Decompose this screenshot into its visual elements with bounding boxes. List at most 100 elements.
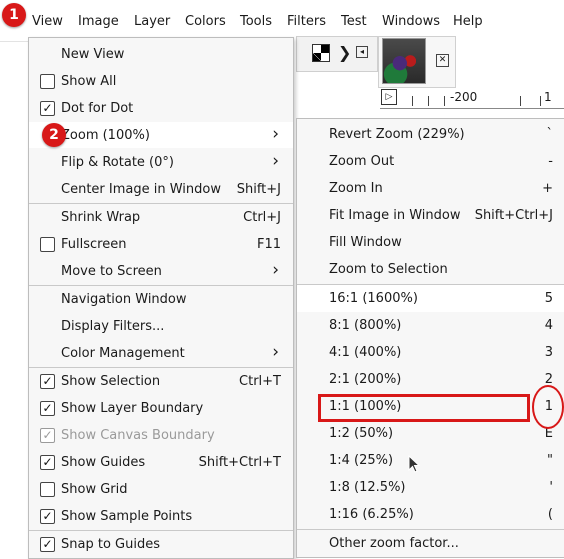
menu-item-label: Zoom to Selection — [329, 262, 448, 277]
tab-menu-icon[interactable]: ◂ — [356, 46, 368, 58]
zoom-item-fit-image[interactable]: Fit Image in Window Shift+Ctrl+J — [297, 202, 564, 229]
menu-filters[interactable]: Filters — [287, 14, 326, 29]
menu-item-move-to-screen[interactable]: Move to Screen › — [29, 258, 293, 284]
shortcut-label: " — [547, 453, 553, 468]
ruler-menu-icon[interactable]: ▷ — [381, 89, 397, 105]
menu-help[interactable]: Help — [453, 14, 483, 29]
menu-item-snap-to-guides[interactable]: ✓ Snap to Guides — [29, 531, 293, 557]
ruler-tick — [428, 96, 429, 106]
menu-item-label: Show All — [61, 74, 117, 89]
menu-item-label: Show Selection — [61, 374, 161, 389]
menu-item-show-canvas-boundary: ✓ Show Canvas Boundary — [29, 422, 293, 448]
highlight-box — [318, 394, 530, 422]
shortcut-label: Ctrl+J — [243, 210, 281, 225]
checkbox-checked[interactable]: ✓ — [40, 401, 55, 416]
menu-item-shrink-wrap[interactable]: Shrink Wrap Ctrl+J — [29, 204, 293, 230]
menu-item-label: Flip & Rotate (0°) — [61, 155, 174, 170]
menu-tools[interactable]: Tools — [240, 14, 272, 29]
zoom-item-1600[interactable]: 16:1 (1600%) 5 — [297, 285, 564, 312]
menu-item-label: Fit Image in Window — [329, 208, 461, 223]
menu-item-show-selection[interactable]: ✓ Show Selection Ctrl+T — [29, 368, 293, 394]
chevron-right-icon[interactable]: ❯ — [338, 43, 351, 62]
zoom-item-zoom-selection[interactable]: Zoom to Selection — [297, 256, 564, 283]
zoom-item-800[interactable]: 8:1 (800%) 4 — [297, 312, 564, 339]
menu-item-color-management[interactable]: Color Management › — [29, 340, 293, 366]
menu-item-display-filters[interactable]: Display Filters... — [29, 313, 293, 339]
menu-item-label: Other zoom factor... — [329, 536, 459, 551]
checkbox-checked[interactable]: ✓ — [40, 101, 55, 116]
shortcut-label: Ctrl+T — [239, 374, 281, 389]
menu-item-new-view[interactable]: New View — [29, 41, 293, 67]
menu-item-label: Snap to Guides — [61, 537, 160, 552]
image-thumbnail[interactable] — [382, 38, 426, 84]
checkbox-checked[interactable]: ✓ — [40, 537, 55, 552]
menu-item-show-layer-boundary[interactable]: ✓ Show Layer Boundary — [29, 395, 293, 421]
shortcut-label: Shift+Ctrl+J — [474, 208, 553, 223]
zoom-item-fill-window[interactable]: Fill Window — [297, 229, 564, 256]
shortcut-label: ` — [546, 127, 554, 142]
shortcut-label: 5 — [544, 291, 553, 306]
menu-item-label: 16:1 (1600%) — [329, 291, 418, 306]
menu-item-label: Revert Zoom (229%) — [329, 127, 465, 142]
zoom-item-200[interactable]: 2:1 (200%) 2 — [297, 366, 564, 393]
menu-item-zoom[interactable]: Zoom (100%) › — [29, 122, 293, 148]
checkbox-checked[interactable]: ✓ — [40, 455, 55, 470]
menu-item-dot-for-dot[interactable]: ✓ Dot for Dot — [29, 95, 293, 121]
zoom-item-revert[interactable]: Revert Zoom (229%) ` — [297, 121, 564, 148]
menu-item-label: Dot for Dot — [61, 101, 134, 116]
menu-colors[interactable]: Colors — [185, 14, 226, 29]
menu-test[interactable]: Test — [341, 14, 367, 29]
checkbox-unchecked[interactable] — [40, 482, 55, 497]
menu-item-fullscreen[interactable]: Fullscreen F11 — [29, 231, 293, 257]
menu-image[interactable]: Image — [78, 14, 119, 29]
menu-item-label: Center Image in Window — [61, 182, 221, 197]
menu-item-show-grid[interactable]: Show Grid — [29, 476, 293, 502]
zoom-item-25[interactable]: 1:4 (25%) " — [297, 447, 564, 474]
menu-item-label: Show Guides — [61, 455, 146, 470]
menu-item-navigation-window[interactable]: Navigation Window — [29, 286, 293, 312]
checkbox-checked: ✓ — [40, 428, 55, 443]
menu-item-show-all[interactable]: Show All — [29, 68, 293, 94]
menu-item-center-image[interactable]: Center Image in Window Shift+J — [29, 176, 293, 202]
shortcut-label: Shift+Ctrl+T — [198, 455, 281, 470]
menu-view[interactable]: View — [32, 14, 63, 29]
zoom-item-50[interactable]: 1:2 (50%) E — [297, 420, 564, 447]
menu-layer[interactable]: Layer — [134, 14, 170, 29]
menu-windows[interactable]: Windows — [382, 14, 440, 29]
view-menu: New View Show All ✓ Dot for Dot Zoom (10… — [28, 37, 294, 559]
zoom-item-zoom-out[interactable]: Zoom Out - — [297, 148, 564, 175]
menu-item-show-sample-points[interactable]: ✓ Show Sample Points — [29, 503, 293, 529]
menu-item-label: Show Layer Boundary — [61, 401, 204, 416]
shortcut-label: + — [542, 181, 553, 196]
menu-item-show-guides[interactable]: ✓ Show Guides Shift+Ctrl+T — [29, 449, 293, 475]
checkbox-checked[interactable]: ✓ — [40, 509, 55, 524]
shortcut-label: 4 — [544, 318, 553, 333]
zoom-item-zoom-in[interactable]: Zoom In + — [297, 175, 564, 202]
zoom-item-400[interactable]: 4:1 (400%) 3 — [297, 339, 564, 366]
menu-item-label: 2:1 (200%) — [329, 372, 402, 387]
menu-item-flip-rotate[interactable]: Flip & Rotate (0°) › — [29, 149, 293, 175]
menu-item-label: 1:16 (6.25%) — [329, 507, 414, 522]
checkbox-unchecked[interactable] — [40, 237, 55, 252]
menu-item-label: Display Filters... — [61, 319, 165, 334]
ruler-tick — [540, 96, 541, 106]
shortcut-label: ( — [547, 507, 553, 522]
shortcut-label: - — [548, 154, 553, 169]
shortcut-label: F11 — [256, 237, 281, 252]
submenu-arrow-icon: › — [272, 124, 279, 144]
ruler-label: -200 — [450, 90, 478, 104]
menu-item-label: Show Sample Points — [61, 509, 193, 524]
ruler-label: 1 — [544, 90, 552, 104]
menu-item-label: 1:8 (12.5%) — [329, 480, 406, 495]
checkbox-unchecked[interactable] — [40, 74, 55, 89]
zoom-item-6-25[interactable]: 1:16 (6.25%) ( — [297, 501, 564, 528]
step-badge-2: 2 — [42, 123, 66, 147]
zoom-item-12-5[interactable]: 1:8 (12.5%) ' — [297, 474, 564, 501]
menu-item-label: 8:1 (800%) — [329, 318, 402, 333]
close-icon[interactable]: ✕ — [436, 54, 449, 67]
ruler-tick — [412, 96, 413, 106]
checkbox-checked[interactable]: ✓ — [40, 374, 55, 389]
zoom-submenu: Revert Zoom (229%) ` Zoom Out - Zoom In … — [296, 118, 564, 558]
highlight-circle — [532, 385, 564, 429]
checkerboard-icon[interactable] — [312, 44, 330, 62]
